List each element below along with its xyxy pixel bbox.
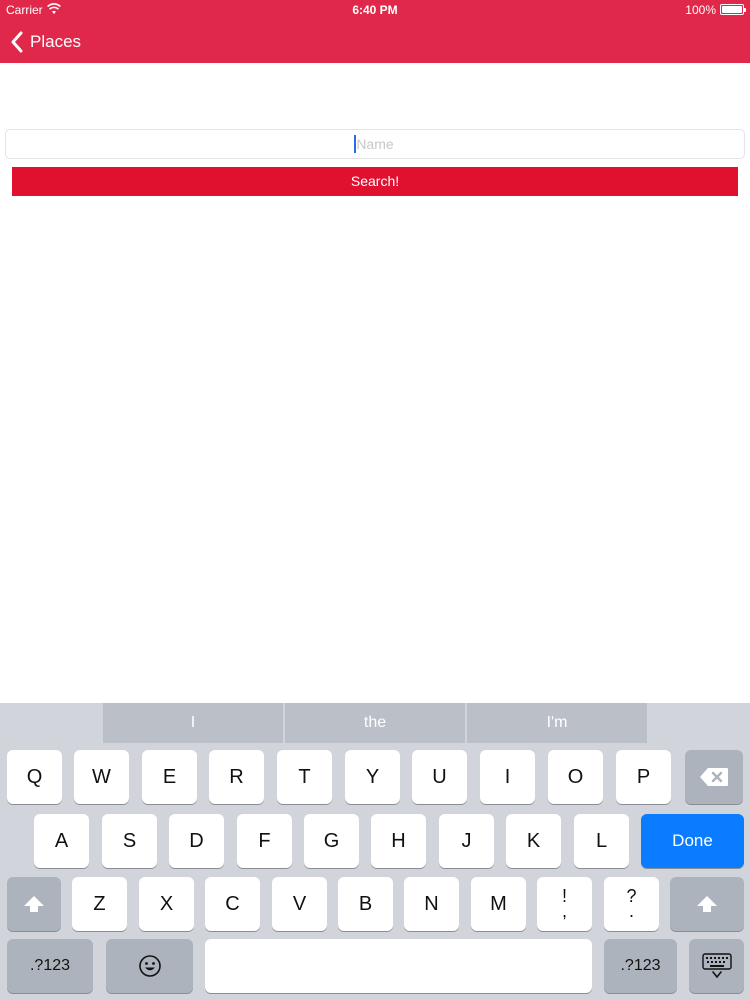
emoji-icon [138,955,161,977]
back-button[interactable]: Places [10,28,81,56]
key-exclaim-comma[interactable]: ! , [537,877,592,931]
status-bar: Carrier 6:40 PM 100% [0,0,750,20]
key-z[interactable]: Z [72,877,127,931]
key-k[interactable]: K [506,814,561,868]
punct1-bottom: , [561,901,567,921]
clock: 6:40 PM [352,3,398,17]
punct2-labels: ? . [626,887,636,921]
key-l[interactable]: L [574,814,629,868]
suggestion-2[interactable]: the [285,703,465,743]
punct1-labels: ! , [561,887,567,921]
search-button[interactable]: Search! [12,167,738,196]
key-u[interactable]: U [412,750,467,804]
numbers-left-key[interactable]: .?123 [7,939,93,993]
key-o[interactable]: O [548,750,603,804]
key-v[interactable]: V [272,877,327,931]
keyboard-dismiss-key[interactable] [689,939,744,993]
key-question-period[interactable]: ? . [604,877,659,931]
space-key[interactable] [205,939,592,993]
key-y[interactable]: Y [345,750,400,804]
key-p[interactable]: P [616,750,671,804]
punct2-bottom: . [628,901,634,921]
chevron-left-icon [11,31,23,53]
shift-left-key[interactable] [7,877,61,931]
key-c[interactable]: C [205,877,260,931]
suggestion-1[interactable]: I [103,703,283,743]
keyboard-dismiss-icon [701,953,732,979]
battery-icon [720,4,746,15]
key-m[interactable]: M [471,877,526,931]
shift-icon [24,896,44,912]
key-s[interactable]: S [102,814,157,868]
suggestion-3[interactable]: I'm [467,703,647,743]
key-a[interactable]: A [34,814,89,868]
text-cursor [354,135,356,153]
done-key[interactable]: Done [641,814,744,868]
key-r[interactable]: R [209,750,264,804]
key-h[interactable]: H [371,814,426,868]
key-x[interactable]: X [139,877,194,931]
key-d[interactable]: D [169,814,224,868]
back-label: Places [30,32,82,51]
shift-icon [697,896,717,912]
key-i[interactable]: I [480,750,535,804]
key-w[interactable]: W [74,750,129,804]
key-q[interactable]: Q [7,750,62,804]
shift-right-key[interactable] [670,877,744,931]
key-f[interactable]: F [237,814,292,868]
name-input[interactable] [5,129,745,159]
numbers-right-key[interactable]: .?123 [604,939,677,993]
key-t[interactable]: T [277,750,332,804]
key-j[interactable]: J [439,814,494,868]
emoji-key[interactable] [106,939,193,993]
suggestion-bar: I the I'm [0,703,750,743]
key-b[interactable]: B [338,877,393,931]
battery-percent: 100% [685,3,716,17]
key-e[interactable]: E [142,750,197,804]
navigation-header: Carrier 6:40 PM 100% Places [0,0,750,63]
backspace-key[interactable] [685,750,743,804]
backspace-icon [700,768,728,786]
key-n[interactable]: N [404,877,459,931]
on-screen-keyboard: I the I'm Q W E R T Y U I O P A S D F G … [0,703,750,1000]
key-g[interactable]: G [304,814,359,868]
